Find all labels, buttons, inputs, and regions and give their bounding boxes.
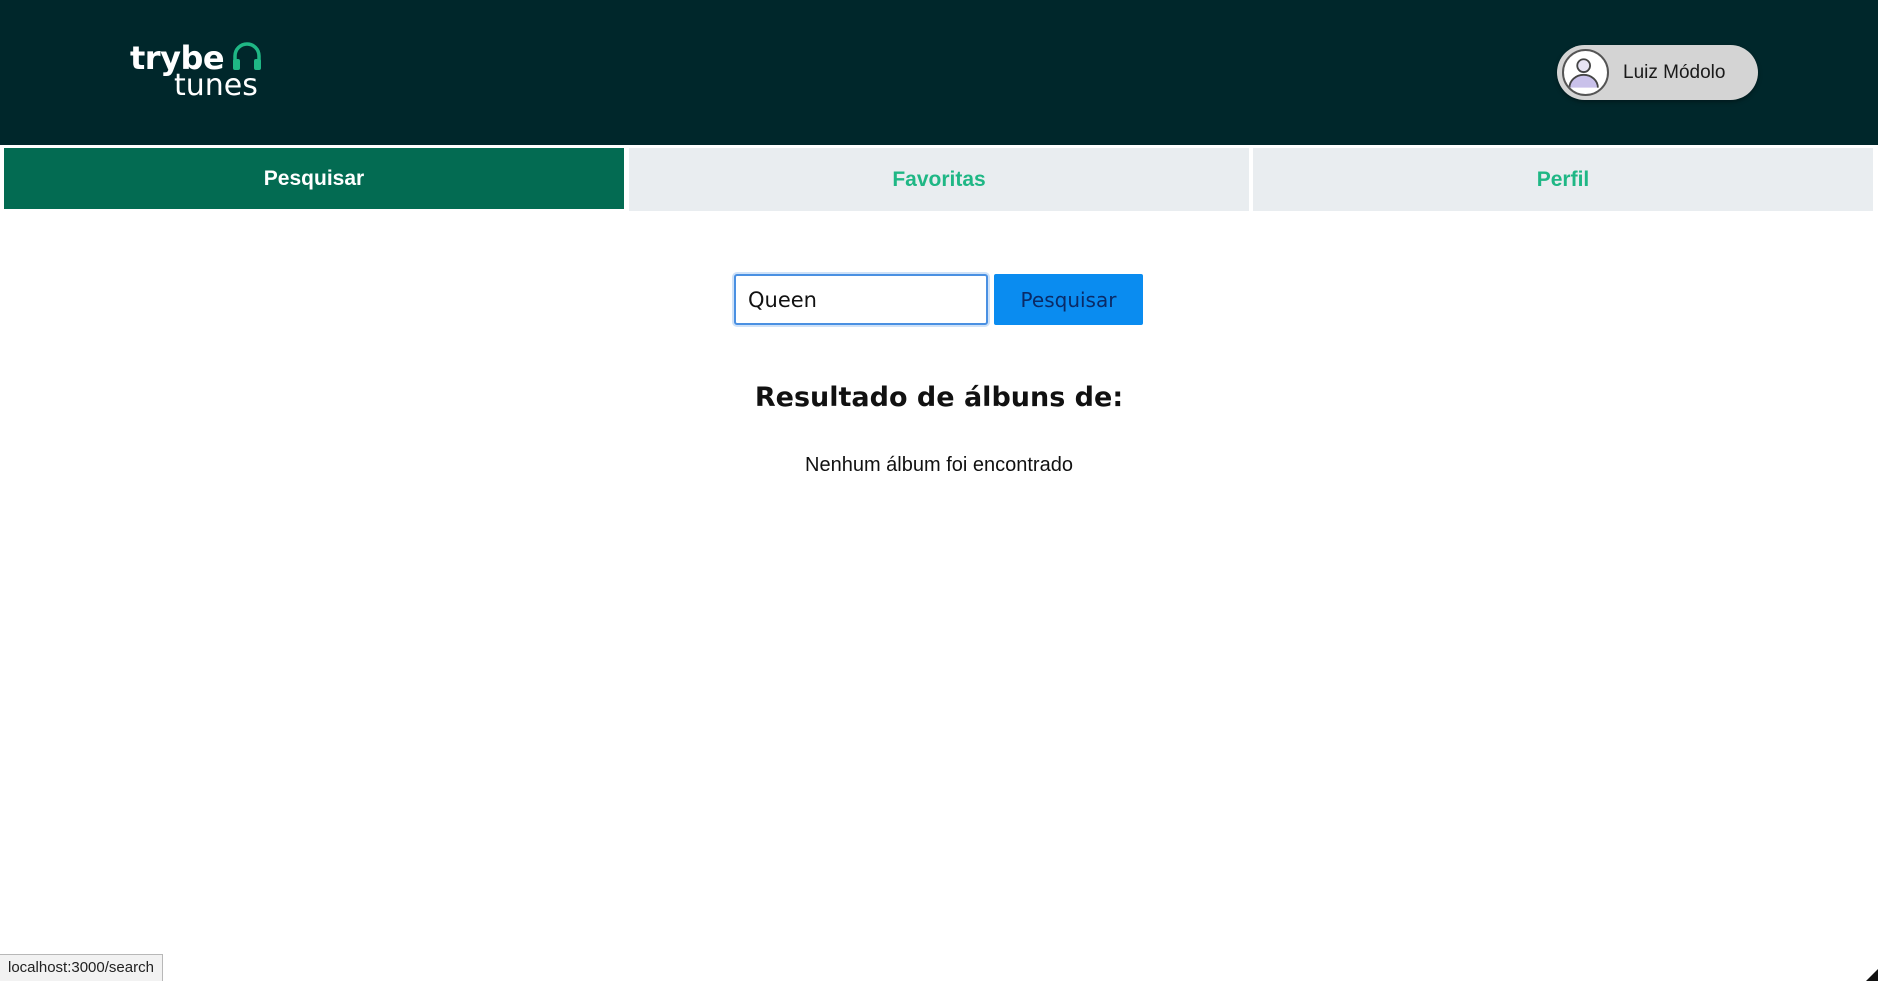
results-empty-message: Nenhum álbum foi encontrado bbox=[805, 454, 1073, 476]
main-navigation: Pesquisar Favoritas Perfil bbox=[0, 145, 1878, 215]
trybetunes-logo[interactable]: trybe tunes bbox=[130, 38, 270, 104]
user-profile-badge[interactable]: Luiz Módolo bbox=[1557, 45, 1758, 100]
results-title: Resultado de álbuns de: bbox=[754, 382, 1124, 413]
tab-favoritas[interactable]: Favoritas bbox=[629, 148, 1249, 211]
status-bar-url: localhost:3000/search bbox=[0, 954, 163, 981]
app-header: trybe tunes Luiz Módolo bbox=[0, 0, 1878, 145]
tab-perfil[interactable]: Perfil bbox=[1253, 148, 1873, 211]
search-input[interactable] bbox=[734, 274, 988, 325]
search-button[interactable]: Pesquisar bbox=[994, 274, 1143, 325]
resize-corner-icon bbox=[1866, 969, 1878, 981]
user-avatar-icon bbox=[1562, 49, 1609, 96]
user-name: Luiz Módolo bbox=[1623, 62, 1726, 83]
page: trybe tunes Luiz Módolo Pesquisar Favori… bbox=[0, 0, 1878, 981]
tab-pesquisar[interactable]: Pesquisar bbox=[4, 148, 624, 209]
logo-wordmark-bottom: tunes bbox=[174, 68, 258, 103]
